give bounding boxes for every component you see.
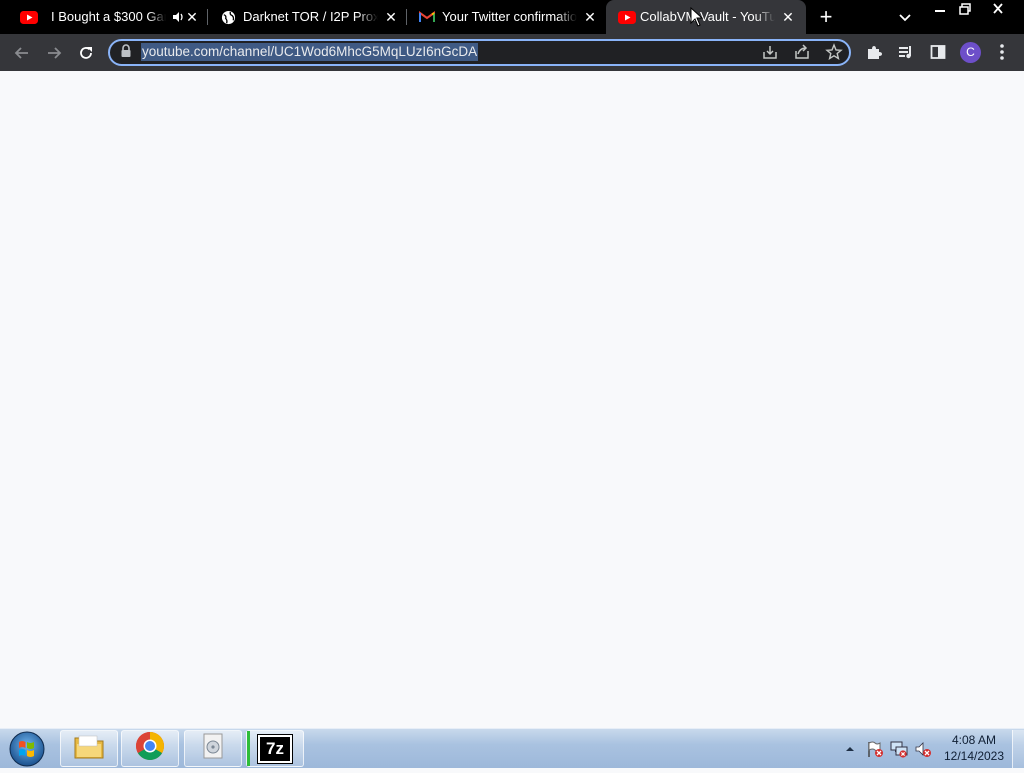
tab-title: CollabVM Vault - YouTube — [640, 9, 775, 24]
forward-button[interactable] — [43, 42, 65, 64]
close-tab-icon[interactable]: ✕ — [184, 9, 200, 25]
network-icon[interactable] — [890, 740, 908, 758]
back-button[interactable] — [11, 42, 33, 64]
tab-3[interactable]: Your Twitter confirmation code ✕ — [406, 0, 606, 34]
taskbar-chrome[interactable] — [121, 730, 179, 767]
start-button[interactable] — [6, 729, 46, 768]
close-tab-icon[interactable]: ✕ — [780, 9, 796, 25]
profile-avatar[interactable]: C — [960, 42, 981, 63]
close-window-button[interactable] — [986, 2, 1010, 16]
close-tab-icon[interactable]: ✕ — [383, 9, 399, 25]
gmail-icon — [418, 9, 436, 25]
lock-icon[interactable] — [120, 44, 132, 58]
close-tab-icon[interactable]: ✕ — [582, 9, 598, 25]
show-hidden-icons-arrow-icon[interactable] — [844, 742, 856, 754]
folder-icon — [73, 732, 105, 765]
taskbar-explorer[interactable] — [60, 730, 118, 767]
active-indicator — [247, 731, 250, 766]
bookmark-star-icon[interactable] — [825, 43, 843, 61]
install-app-icon[interactable] — [761, 43, 779, 61]
tab-search-chevron-icon[interactable] — [896, 8, 914, 26]
tab-title: I Bought a $300 Gaming — [51, 9, 166, 24]
page-content[interactable] — [0, 71, 1024, 728]
tab-1[interactable]: I Bought a $300 Gaming ✕ — [8, 0, 208, 34]
tab-2[interactable]: Darknet TOR / I2P Proxy and ✕ — [207, 0, 407, 34]
youtube-icon — [618, 9, 636, 25]
url-text[interactable]: youtube.com/channel/UC1Wod6MhcG5MqLUzI6n… — [141, 43, 479, 61]
system-clock[interactable]: 4:08 AM 12/14/2023 — [934, 732, 1014, 764]
reload-button[interactable] — [75, 42, 97, 64]
more-menu-icon[interactable] — [998, 43, 1006, 61]
chrome-icon — [135, 731, 165, 766]
restore-button[interactable] — [953, 2, 977, 16]
side-panel-icon[interactable] — [929, 43, 947, 61]
tab-title: Your Twitter confirmation code — [442, 9, 577, 24]
clock-date: 12/14/2023 — [943, 749, 1005, 763]
globe-icon — [219, 9, 237, 25]
tab-title: Darknet TOR / I2P Proxy and — [243, 9, 378, 24]
tab-4-active[interactable]: CollabVM Vault - YouTube ✕ — [606, 0, 806, 34]
youtube-icon — [20, 9, 38, 25]
clock-time: 4:08 AM — [951, 733, 997, 747]
volume-muted-icon[interactable] — [914, 740, 932, 758]
7zip-icon: 7z — [257, 733, 293, 764]
extensions-puzzle-icon[interactable] — [865, 43, 883, 61]
taskbar-media[interactable] — [184, 730, 242, 767]
taskbar-7zip[interactable]: 7z — [246, 730, 304, 767]
media-controls-icon[interactable] — [897, 43, 915, 61]
share-icon[interactable] — [793, 43, 811, 61]
show-desktop-button[interactable] — [1012, 730, 1024, 768]
action-center-flag-icon[interactable] — [866, 740, 884, 758]
media-icon — [202, 732, 224, 765]
minimize-button[interactable] — [928, 2, 952, 16]
mouse-cursor-icon — [690, 6, 704, 27]
new-tab-button[interactable]: + — [816, 6, 836, 28]
